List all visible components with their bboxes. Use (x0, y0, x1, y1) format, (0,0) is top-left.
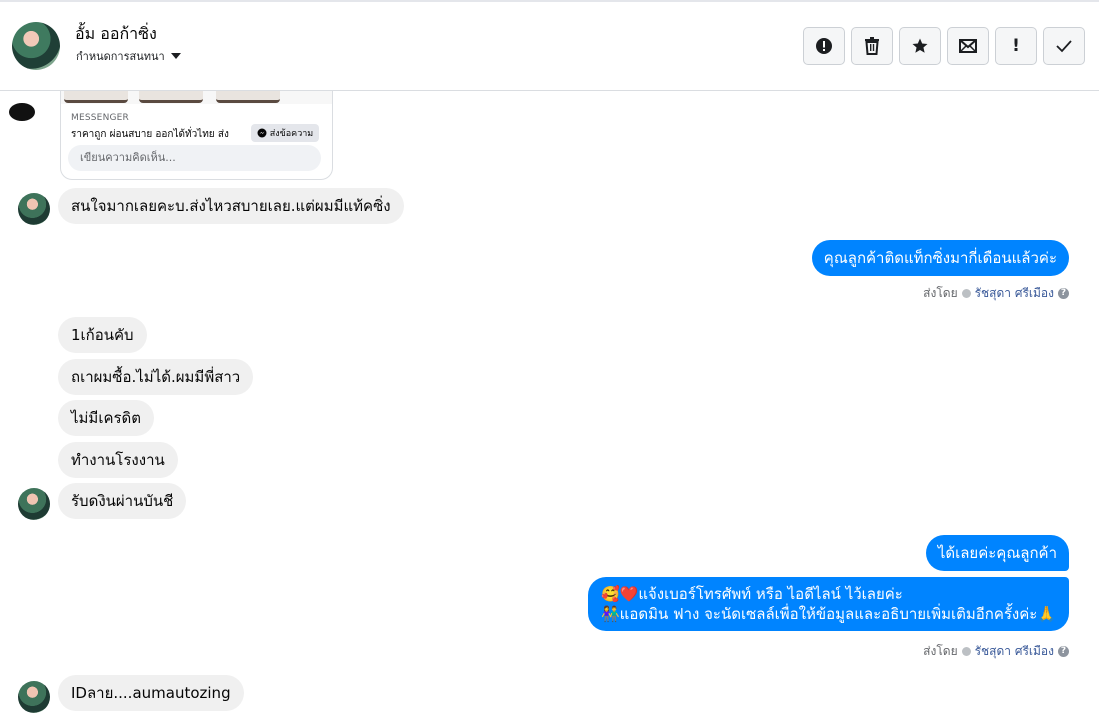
incoming-message: ทำงานโรงงาน (58, 442, 178, 478)
incoming-message: IDลาย....aumautozing (58, 675, 244, 711)
incoming-message: สนใจมากเลยคะบ.ส่งไหวสบายเลย.แต่ผมมีแท้คซ… (58, 188, 404, 224)
incoming-message: รับดงินผ่านบันชี (58, 483, 187, 519)
mark-done-button[interactable] (1043, 27, 1085, 65)
agent-name[interactable]: รัชสุดา ศรีเมือง (975, 284, 1054, 303)
assign-label: กำหนดการสนทนา (76, 50, 165, 63)
avatar (18, 193, 50, 225)
message-line: 🥰❤️แจ้งเบอร์โทรศัพท์ หรือ ไอดีไลน์ ไว้เล… (601, 585, 903, 603)
contact-avatar[interactable] (12, 22, 60, 70)
page-logo (9, 103, 35, 121)
outgoing-message: ได้เลยค่ะคุณลูกค้า (925, 535, 1069, 571)
message-line: 👫แอดมิน ฟาง จะนัดเซลล์เพื่อให้ข้อมูลและอ… (601, 605, 1056, 623)
comment-input[interactable]: เขียนความคิดเห็น... (68, 145, 321, 171)
exclamation-icon: ! (1012, 36, 1020, 56)
incoming-message: ไม่มีเครดิต (58, 400, 155, 436)
sent-by-line: ส่งโดย รัชสุดา ศรีเมือง ? (923, 642, 1069, 661)
help-icon[interactable]: ? (1058, 646, 1069, 657)
toolbar: ! (803, 27, 1085, 65)
trash-icon (865, 37, 879, 55)
send-message-label: ส่งข้อความ (269, 129, 314, 139)
sent-by-prefix: ส่งโดย (923, 286, 958, 300)
agent-dot-icon (961, 647, 971, 656)
avatar (18, 681, 50, 713)
messenger-icon (257, 128, 267, 138)
avatar (18, 488, 50, 520)
conversation-header: อั้ม ออก้าซิ่ง กำหนดการสนทนา ! (0, 2, 1099, 91)
outgoing-message: คุณลูกค้าติดแท็กซิ่งมากี่เดือนแล้วค่ะ (811, 240, 1069, 276)
sent-by-prefix: ส่งโดย (923, 644, 958, 658)
sent-by-line: ส่งโดย รัชสุดา ศรีเมือง ? (923, 284, 1069, 303)
spam-button[interactable]: ! (995, 27, 1037, 65)
contact-name[interactable]: อั้ม ออก้าซิ่ง (75, 22, 157, 47)
mark-unread-button[interactable] (947, 27, 989, 65)
incoming-message: ถเาผมซื้อ.ไม่ได้.ผมมีพี่สาว (58, 359, 254, 395)
caret-down-icon (170, 53, 181, 59)
check-icon (1056, 40, 1072, 53)
outgoing-message: 🥰❤️แจ้งเบอร์โทรศัพท์ หรือ ไอดีไลน์ ไว้เล… (588, 577, 1069, 631)
card-image (64, 91, 128, 103)
card-source-label: MESSENGER (71, 113, 130, 123)
shared-post-card[interactable]: MESSENGER ราคาถูก ผ่อนสบาย ออกได้ทั่วไทย… (60, 91, 333, 180)
help-icon[interactable]: ? (1058, 288, 1069, 299)
star-button[interactable] (899, 27, 941, 65)
send-message-button[interactable]: ส่งข้อความ (251, 124, 319, 142)
mail-icon (959, 39, 977, 53)
incoming-message: 1เก้อนคับ (58, 317, 147, 353)
assign-conversation-dropdown[interactable]: กำหนดการสนทนา (76, 47, 181, 65)
message-thread[interactable]: MESSENGER ราคาถูก ผ่อนสบาย ออกได้ทั่วไทย… (0, 91, 1099, 718)
delete-button[interactable] (851, 27, 893, 65)
card-text: ราคาถูก ผ่อนสบาย ออกได้ทั่วไทย ส่ง (71, 129, 229, 140)
agent-dot-icon (961, 289, 971, 298)
card-image (216, 91, 280, 103)
star-icon (912, 38, 928, 53)
alert-circle-icon (816, 38, 832, 54)
card-image-strip (61, 91, 332, 104)
agent-name[interactable]: รัชสุดา ศรีเมือง (975, 642, 1054, 661)
report-button[interactable] (803, 27, 845, 65)
card-image (139, 91, 203, 103)
